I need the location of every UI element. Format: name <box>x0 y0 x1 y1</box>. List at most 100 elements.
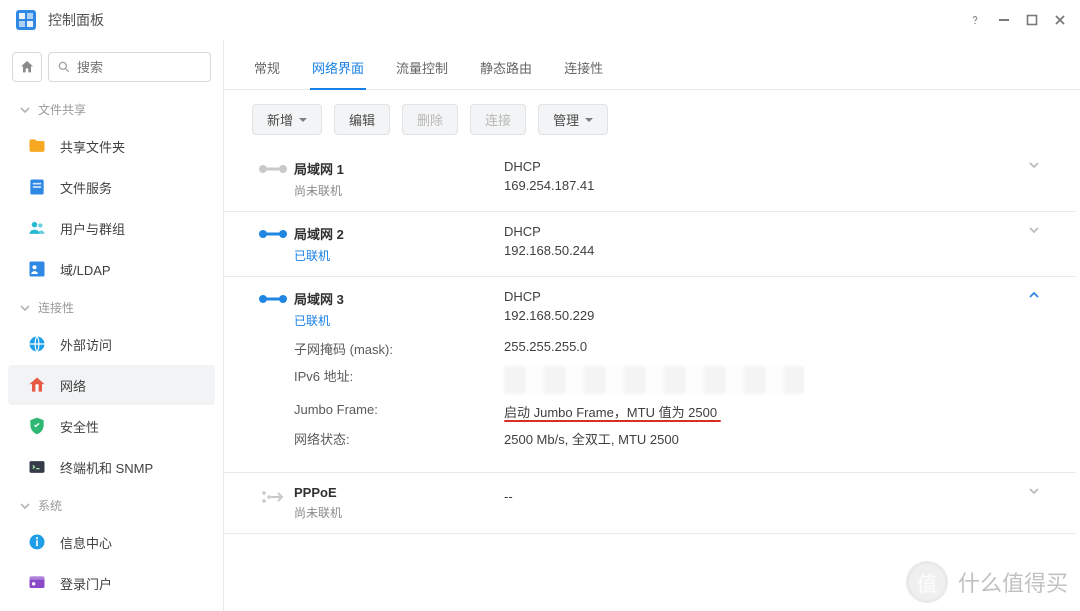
tab-traffic[interactable]: 流量控制 <box>394 54 450 89</box>
interface-name: PPPoE <box>294 485 504 500</box>
sidebar-category-label: 系统 <box>38 497 62 514</box>
sidebar-item-label: 信息中心 <box>60 533 112 552</box>
interface-proto: DHCP <box>504 159 1020 174</box>
chevron-down-icon <box>20 105 30 115</box>
eth-icon <box>252 159 294 177</box>
interface-row[interactable]: PPPoE 尚未联机 -- <box>224 473 1076 534</box>
sidebar-category-label: 连接性 <box>38 299 74 316</box>
home-button[interactable] <box>12 52 42 82</box>
sidebar-item-domain-ldap[interactable]: 域/LDAP <box>8 249 215 289</box>
domain-ldap-icon <box>26 258 48 280</box>
interface-status: 尚未联机 <box>294 182 504 199</box>
detail-label: Jumbo Frame: <box>294 402 504 421</box>
security-icon <box>26 415 48 437</box>
expand-toggle[interactable] <box>1020 224 1048 236</box>
sidebar-item-label: 用户与群组 <box>60 219 125 238</box>
sidebar-category[interactable]: 连接性 <box>0 290 223 323</box>
manage-button[interactable]: 管理 <box>538 104 608 135</box>
terminal-snmp-icon <box>26 456 48 478</box>
sidebar-item-label: 终端机和 SNMP <box>60 458 153 477</box>
interface-ip: 192.168.50.244 <box>504 243 1020 258</box>
sidebar-item-security[interactable]: 安全性 <box>8 406 215 446</box>
chevron-down-icon <box>20 501 30 511</box>
sidebar-item-label: 登录门户 <box>60 574 112 593</box>
window-title: 控制面板 <box>48 10 968 30</box>
detail-value: 2500 Mb/s, 全双工, MTU 2500 <box>504 429 1048 448</box>
sidebar-item-external-access[interactable]: 外部访问 <box>8 324 215 364</box>
sidebar-category-label: 文件共享 <box>38 101 86 118</box>
sidebar-category[interactable]: 系统 <box>0 488 223 521</box>
maximize-icon[interactable] <box>1026 14 1038 26</box>
expand-toggle[interactable] <box>1020 289 1048 301</box>
edit-button[interactable]: 编辑 <box>334 104 390 135</box>
tab-connectivity[interactable]: 连接性 <box>562 54 605 89</box>
sidebar-item-label: 外部访问 <box>60 335 112 354</box>
eth-icon <box>252 224 294 242</box>
interface-status: 已联机 <box>294 247 504 264</box>
interface-row[interactable]: 局域网 1 尚未联机 DHCP 169.254.187.41 <box>224 147 1076 212</box>
interface-row[interactable]: 局域网 2 已联机 DHCP 192.168.50.244 <box>224 212 1076 277</box>
app-icon <box>14 8 38 32</box>
interface-status: 尚未联机 <box>294 504 504 521</box>
sidebar-item-user-group[interactable]: 用户与群组 <box>8 208 215 248</box>
chevron-down-icon <box>299 118 307 122</box>
sidebar-item-label: 共享文件夹 <box>60 137 125 156</box>
detail-label: IPv6 地址: <box>294 366 504 394</box>
tabs: 常规网络界面流量控制静态路由连接性 <box>224 40 1080 90</box>
detail-value <box>504 366 1048 394</box>
sidebar-item-login-portal[interactable]: 登录门户 <box>8 563 215 603</box>
help-icon[interactable] <box>968 13 982 27</box>
interface-row[interactable]: 局域网 3 已联机 DHCP 192.168.50.229 子网掩码 (mask… <box>224 277 1076 473</box>
sidebar: 文件共享共享文件夹文件服务用户与群组域/LDAP 连接性外部访问网络安全性终端机和… <box>0 40 224 611</box>
search-input[interactable] <box>48 52 211 82</box>
sidebar-item-info-center[interactable]: 信息中心 <box>8 522 215 562</box>
user-group-icon <box>26 217 48 239</box>
tab-ifaces[interactable]: 网络界面 <box>310 54 366 89</box>
detail-value: 启动 Jumbo Frame，MTU 值为 2500 <box>504 402 1048 421</box>
interface-name: 局域网 3 <box>294 289 504 308</box>
login-portal-icon <box>26 572 48 594</box>
eth-icon <box>252 289 294 307</box>
interface-list: 局域网 1 尚未联机 DHCP 169.254.187.41 局域网 2 已联机… <box>224 147 1080 611</box>
interface-proto: DHCP <box>504 224 1020 239</box>
pppoe-icon <box>252 485 294 507</box>
main-panel: 常规网络界面流量控制静态路由连接性 新增 编辑 删除 连接 管理 局域网 1 尚… <box>224 40 1080 611</box>
sidebar-item-network[interactable]: 网络 <box>8 365 215 405</box>
detail-value: 255.255.255.0 <box>504 339 1048 358</box>
shared-folder-icon <box>26 135 48 157</box>
sidebar-item-label: 安全性 <box>60 417 99 436</box>
expand-toggle[interactable] <box>1020 159 1048 171</box>
sidebar-item-label: 域/LDAP <box>60 260 111 279</box>
interface-name: 局域网 2 <box>294 224 504 243</box>
minimize-icon[interactable] <box>998 14 1010 26</box>
interface-name: 局域网 1 <box>294 159 504 178</box>
connect-button[interactable]: 连接 <box>470 104 526 135</box>
expand-toggle[interactable] <box>1020 485 1048 497</box>
tab-static-route[interactable]: 静态路由 <box>478 54 534 89</box>
title-bar: 控制面板 <box>0 0 1080 40</box>
sidebar-item-label: 网络 <box>60 376 86 395</box>
sidebar-item-label: 文件服务 <box>60 178 112 197</box>
network-icon <box>26 374 48 396</box>
chevron-down-icon <box>585 118 593 122</box>
search-icon <box>57 60 71 74</box>
redacted-value <box>504 366 804 394</box>
toolbar: 新增 编辑 删除 连接 管理 <box>224 90 1080 147</box>
interface-proto: DHCP <box>504 289 1020 304</box>
tab-general[interactable]: 常规 <box>252 54 282 89</box>
search-field[interactable] <box>77 60 202 75</box>
close-icon[interactable] <box>1054 14 1066 26</box>
info-center-icon <box>26 531 48 553</box>
sidebar-category[interactable]: 文件共享 <box>0 92 223 125</box>
sidebar-item-file-services[interactable]: 文件服务 <box>8 167 215 207</box>
interface-ip: 192.168.50.229 <box>504 308 1020 323</box>
sidebar-item-shared-folder[interactable]: 共享文件夹 <box>8 126 215 166</box>
detail-label: 子网掩码 (mask): <box>294 339 504 358</box>
file-services-icon <box>26 176 48 198</box>
delete-button[interactable]: 删除 <box>402 104 458 135</box>
interface-ip: -- <box>504 489 1020 504</box>
add-button[interactable]: 新增 <box>252 104 322 135</box>
sidebar-item-terminal-snmp[interactable]: 终端机和 SNMP <box>8 447 215 487</box>
chevron-down-icon <box>20 303 30 313</box>
external-access-icon <box>26 333 48 355</box>
